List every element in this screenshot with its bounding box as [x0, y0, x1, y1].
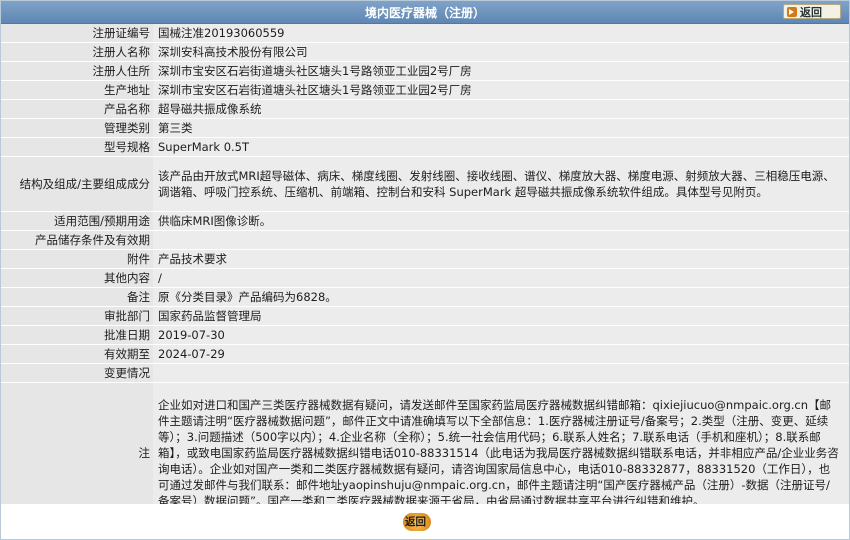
- row-registrant: 注册人名称 深圳安科高技术股份有限公司: [1, 42, 849, 62]
- value-scope: 供临床MRI图像诊断。: [153, 211, 849, 231]
- value-model: SuperMark 0.5T: [153, 137, 849, 157]
- label-approval-date: 批准日期: [1, 325, 153, 345]
- back-button-top[interactable]: 返回: [783, 4, 841, 19]
- value-other: /: [153, 268, 849, 288]
- label-scope: 适用范围/预期用途: [1, 211, 153, 231]
- bottom-bar: 返回: [1, 504, 849, 539]
- label-valid-until: 有效期至: [1, 344, 153, 364]
- label-note: 注: [1, 382, 153, 524]
- row-registrant-address: 注册人住所 深圳市宝安区石岩街道塘头社区塘头1号路领亚工业园2号厂房: [1, 61, 849, 81]
- label-other: 其他内容: [1, 268, 153, 288]
- label-class: 管理类别: [1, 118, 153, 138]
- row-model: 型号规格 SuperMark 0.5T: [1, 137, 849, 157]
- label-product-name: 产品名称: [1, 99, 153, 119]
- value-note: 企业如对进口和国产三类医疗器械数据有疑问，请发送邮件至国家药监局医疗器械数据纠错…: [153, 382, 849, 524]
- value-class: 第三类: [153, 118, 849, 138]
- value-reg-no: 国械注准20193060559: [153, 24, 849, 43]
- row-product-name: 产品名称 超导磁共振成像系统: [1, 99, 849, 119]
- back-arrow-icon: [787, 7, 797, 17]
- label-model: 型号规格: [1, 137, 153, 157]
- value-structure: 该产品由开放式MRI超导磁体、病床、梯度线圈、发射线圈、接收线圈、谱仪、梯度放大…: [153, 156, 849, 212]
- row-approval-dept: 审批部门 国家药品监督管理局: [1, 306, 849, 326]
- label-reg-no: 注册证编号: [1, 24, 153, 43]
- label-structure: 结构及组成/主要组成成分: [1, 156, 153, 212]
- value-storage: [153, 230, 849, 250]
- row-attachment: 附件 产品技术要求: [1, 249, 849, 269]
- back-button-top-label: 返回: [800, 6, 822, 19]
- row-class: 管理类别 第三类: [1, 118, 849, 138]
- value-production-address: 深圳市宝安区石岩街道塘头社区塘头1号路领亚工业园2号厂房: [153, 80, 849, 100]
- row-approval-date: 批准日期 2019-07-30: [1, 325, 849, 345]
- value-product-name: 超导磁共振成像系统: [153, 99, 849, 119]
- row-structure: 结构及组成/主要组成成分 该产品由开放式MRI超导磁体、病床、梯度线圈、发射线圈…: [1, 156, 849, 212]
- title-bar: 境内医疗器械（注册） 返回: [1, 1, 849, 24]
- page-title: 境内医疗器械（注册）: [364, 6, 485, 20]
- value-remark: 原《分类目录》产品编码为6828。: [153, 287, 849, 307]
- label-storage: 产品储存条件及有效期: [1, 230, 153, 250]
- row-production-address: 生产地址 深圳市宝安区石岩街道塘头社区塘头1号路领亚工业园2号厂房: [1, 80, 849, 100]
- label-changes: 变更情况: [1, 363, 153, 383]
- row-other: 其他内容 /: [1, 268, 849, 288]
- value-approval-dept: 国家药品监督管理局: [153, 306, 849, 326]
- label-remark: 备注: [1, 287, 153, 307]
- value-approval-date: 2019-07-30: [153, 325, 849, 345]
- info-table: 注册证编号 国械注准20193060559 注册人名称 深圳安科高技术股份有限公…: [1, 24, 849, 524]
- row-changes: 变更情况: [1, 363, 849, 383]
- value-valid-until: 2024-07-29: [153, 344, 849, 364]
- label-registrant: 注册人名称: [1, 42, 153, 62]
- row-note: 注 企业如对进口和国产三类医疗器械数据有疑问，请发送邮件至国家药监局医疗器械数据…: [1, 382, 849, 524]
- label-attachment: 附件: [1, 249, 153, 269]
- back-button-bottom[interactable]: 返回: [403, 513, 431, 531]
- detail-page: 境内医疗器械（注册） 返回 注册证编号 国械注准20193060559 注册人名…: [0, 0, 850, 540]
- row-storage: 产品储存条件及有效期: [1, 230, 849, 250]
- row-scope: 适用范围/预期用途 供临床MRI图像诊断。: [1, 211, 849, 231]
- value-registrant-address: 深圳市宝安区石岩街道塘头社区塘头1号路领亚工业园2号厂房: [153, 61, 849, 81]
- label-approval-dept: 审批部门: [1, 306, 153, 326]
- value-attachment: 产品技术要求: [153, 249, 849, 269]
- value-registrant: 深圳安科高技术股份有限公司: [153, 42, 849, 62]
- label-production-address: 生产地址: [1, 80, 153, 100]
- row-remark: 备注 原《分类目录》产品编码为6828。: [1, 287, 849, 307]
- row-reg-no: 注册证编号 国械注准20193060559: [1, 24, 849, 43]
- label-registrant-address: 注册人住所: [1, 61, 153, 81]
- value-changes: [153, 363, 849, 383]
- row-valid-until: 有效期至 2024-07-29: [1, 344, 849, 364]
